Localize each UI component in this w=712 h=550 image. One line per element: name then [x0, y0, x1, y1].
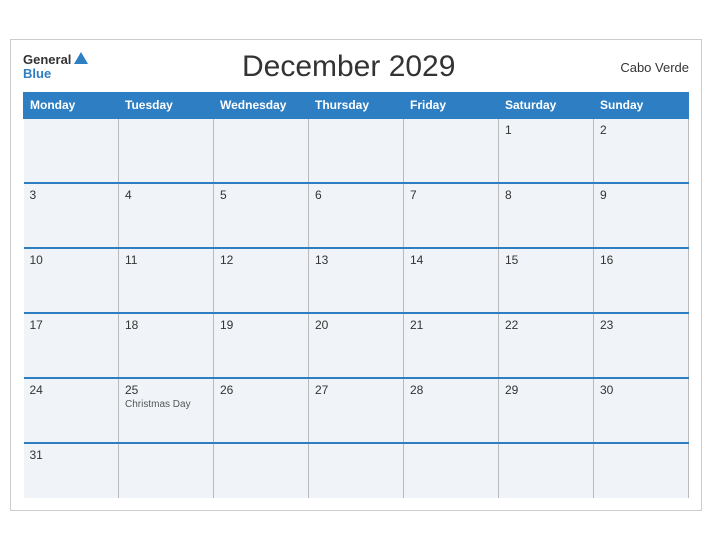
calendar-week-row: 24 25 Christmas Day 26 27 28 29 30: [24, 378, 689, 443]
day-number: 4: [125, 188, 207, 202]
calendar-cell: 26: [214, 378, 309, 443]
day-number: 3: [30, 188, 113, 202]
calendar-cell: 7: [404, 183, 499, 248]
calendar-cell: 17: [24, 313, 119, 378]
day-number: 16: [600, 253, 682, 267]
day-number: 9: [600, 188, 682, 202]
calendar-cell: [499, 443, 594, 498]
calendar-cell: [119, 443, 214, 498]
calendar-cell: [214, 118, 309, 183]
calendar-cell: 22: [499, 313, 594, 378]
day-number: 12: [220, 253, 302, 267]
calendar-cell: 20: [309, 313, 404, 378]
calendar-week-row: 12: [24, 118, 689, 183]
weekday-header-row: MondayTuesdayWednesdayThursdayFridaySatu…: [24, 93, 689, 119]
calendar-cell: 18: [119, 313, 214, 378]
calendar-cell: 11: [119, 248, 214, 313]
logo-triangle-icon: [74, 52, 88, 64]
day-number: 13: [315, 253, 397, 267]
weekday-header-monday: Monday: [24, 93, 119, 119]
calendar-cell: 16: [594, 248, 689, 313]
calendar-cell: 5: [214, 183, 309, 248]
day-number: 20: [315, 318, 397, 332]
day-number: 5: [220, 188, 302, 202]
calendar-cell: [214, 443, 309, 498]
day-number: 28: [410, 383, 492, 397]
calendar-header: General Blue December 2029 Cabo Verde: [23, 50, 689, 84]
calendar-cell: 12: [214, 248, 309, 313]
day-number: 30: [600, 383, 682, 397]
calendar-week-row: 3456789: [24, 183, 689, 248]
logo-general-text: General: [23, 53, 71, 66]
calendar-cell: 27: [309, 378, 404, 443]
calendar-cell: 28: [404, 378, 499, 443]
calendar-cell: 2: [594, 118, 689, 183]
calendar-cell: 14: [404, 248, 499, 313]
calendar-grid: MondayTuesdayWednesdayThursdayFridaySatu…: [23, 92, 689, 498]
calendar-cell: [404, 443, 499, 498]
day-number: 15: [505, 253, 587, 267]
day-number: 2: [600, 123, 682, 137]
calendar-week-row: 31: [24, 443, 689, 498]
day-number: 29: [505, 383, 587, 397]
calendar-container: General Blue December 2029 Cabo Verde Mo…: [10, 39, 702, 511]
day-number: 7: [410, 188, 492, 202]
day-number: 24: [30, 383, 113, 397]
day-number: 14: [410, 253, 492, 267]
calendar-cell: [119, 118, 214, 183]
day-number: 18: [125, 318, 207, 332]
calendar-cell: [309, 443, 404, 498]
day-number: 11: [125, 253, 207, 267]
calendar-cell: 13: [309, 248, 404, 313]
calendar-cell: 4: [119, 183, 214, 248]
calendar-cell: 9: [594, 183, 689, 248]
calendar-cell: 1: [499, 118, 594, 183]
day-number: 23: [600, 318, 682, 332]
calendar-cell: 10: [24, 248, 119, 313]
calendar-cell: 21: [404, 313, 499, 378]
day-number: 31: [30, 448, 113, 462]
day-number: 27: [315, 383, 397, 397]
calendar-cell: 6: [309, 183, 404, 248]
calendar-week-row: 17 18 19 20 21 22 23: [24, 313, 689, 378]
weekday-header-friday: Friday: [404, 93, 499, 119]
calendar-cell: 24: [24, 378, 119, 443]
weekday-header-thursday: Thursday: [309, 93, 404, 119]
calendar-cell: 3: [24, 183, 119, 248]
calendar-cell: [309, 118, 404, 183]
calendar-cell: 23: [594, 313, 689, 378]
calendar-week-row: 10 11 12 13 14 15 16: [24, 248, 689, 313]
calendar-cell: [24, 118, 119, 183]
calendar-region: Cabo Verde: [609, 60, 689, 75]
calendar-cell: 8: [499, 183, 594, 248]
calendar-cell: [594, 443, 689, 498]
day-event: Christmas Day: [125, 399, 207, 410]
day-number: 25: [125, 383, 207, 397]
calendar-cell: 19: [214, 313, 309, 378]
weekday-header-saturday: Saturday: [499, 93, 594, 119]
day-number: 22: [505, 318, 587, 332]
logo-blue-text: Blue: [23, 66, 51, 81]
calendar-cell: [404, 118, 499, 183]
calendar-cell: 25 Christmas Day: [119, 378, 214, 443]
day-number: 17: [30, 318, 113, 332]
day-number: 8: [505, 188, 587, 202]
weekday-header-wednesday: Wednesday: [214, 93, 309, 119]
calendar-cell: 15: [499, 248, 594, 313]
calendar-cell: 30: [594, 378, 689, 443]
calendar-cell: 31: [24, 443, 119, 498]
weekday-header-tuesday: Tuesday: [119, 93, 214, 119]
logo: General Blue: [23, 53, 88, 82]
day-number: 1: [505, 123, 587, 137]
weekday-header-sunday: Sunday: [594, 93, 689, 119]
day-number: 21: [410, 318, 492, 332]
calendar-title: December 2029: [88, 50, 609, 84]
day-number: 6: [315, 188, 397, 202]
day-number: 19: [220, 318, 302, 332]
calendar-cell: 29: [499, 378, 594, 443]
day-number: 10: [30, 253, 113, 267]
day-number: 26: [220, 383, 302, 397]
